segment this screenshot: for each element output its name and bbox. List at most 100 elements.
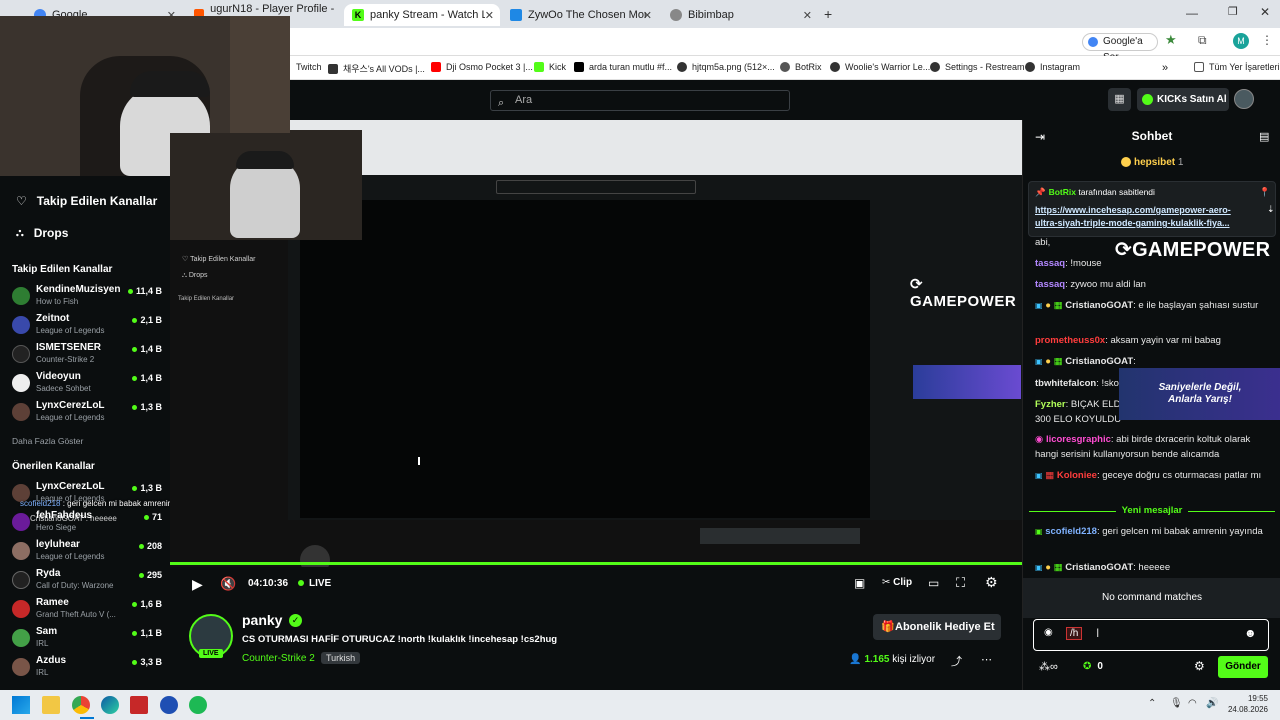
- browser-tab-bibimbap[interactable]: Bibimbap ✕: [662, 4, 818, 26]
- bookmark-twitch[interactable]: Twitch: [296, 62, 322, 72]
- user-avatar[interactable]: [1234, 89, 1254, 109]
- file-explorer-icon[interactable]: [42, 696, 60, 714]
- sidebar-following-link[interactable]: ♡ Takip Edilen Kanallar: [16, 194, 157, 208]
- spotify-icon[interactable]: [189, 696, 207, 714]
- bookmark-dji[interactable]: Dji Osmo Pocket 3 |...: [431, 62, 533, 72]
- sidebar-channel[interactable]: Azdus IRL 3,3 B: [12, 655, 162, 681]
- chat-users-icon[interactable]: ▤: [1259, 130, 1269, 143]
- chat-username[interactable]: tassaq: [1035, 258, 1065, 269]
- library-icon[interactable]: ▦: [1108, 88, 1131, 111]
- sidebar-channel[interactable]: KendineMuzisyen How to Fish 11,4 B: [12, 284, 162, 310]
- google-ask-button[interactable]: Google'a Sor: [1082, 33, 1158, 63]
- channel-name[interactable]: panky: [242, 612, 282, 628]
- sidebar-drops-link[interactable]: ⛬ Drops: [16, 226, 68, 240]
- new-tab-button[interactable]: +: [824, 6, 832, 22]
- menu-icon[interactable]: ⋮: [1261, 33, 1273, 47]
- browser-tab-zywoo[interactable]: ZywOo The Chosen Mouse Ger ✕: [502, 4, 658, 26]
- show-more-link[interactable]: Daha Fazla Göster: [12, 436, 83, 446]
- chrome-icon[interactable]: [72, 696, 90, 714]
- send-button[interactable]: Gönder: [1218, 656, 1268, 678]
- emoji-icon[interactable]: ☻: [1244, 626, 1257, 640]
- expand-icon[interactable]: ⇣: [1267, 204, 1275, 215]
- close-icon[interactable]: ✕: [643, 9, 652, 22]
- chat-username[interactable]: Koloniee: [1057, 470, 1097, 481]
- maximize-button[interactable]: ❐: [1228, 5, 1238, 18]
- bookmark-kick[interactable]: Kick: [534, 62, 566, 72]
- chat-settings-icon[interactable]: ⚙: [1194, 659, 1205, 673]
- windows-start-icon[interactable]: [12, 696, 30, 714]
- sidebar-channel[interactable]: Sam IRL 1,1 B: [12, 626, 162, 652]
- command-suggestions: No command matches: [1023, 578, 1280, 618]
- pinned-link[interactable]: https://www.incehesap.com/gamepower-aero…: [1035, 204, 1251, 230]
- bookmark-instagram[interactable]: Instagram: [1025, 62, 1080, 72]
- clip-button[interactable]: ✂ Clip: [882, 577, 912, 588]
- chat-username[interactable]: scofield218: [1045, 526, 1097, 537]
- app-icon[interactable]: [130, 696, 148, 714]
- fullscreen-icon[interactable]: ⛶: [956, 575, 965, 591]
- chat-input[interactable]: ◉ /h I ☻: [1033, 619, 1269, 651]
- miniplayer-icon[interactable]: ▭: [928, 576, 939, 590]
- close-icon[interactable]: ✕: [803, 9, 812, 22]
- sidebar-channel[interactable]: Ryda Call of Duty: Warzone 295: [12, 568, 162, 594]
- kicks-buy-button[interactable]: KICKs Satın Al: [1137, 88, 1229, 111]
- close-icon[interactable]: ✕: [485, 9, 494, 22]
- chat-username[interactable]: CristianoGOAT: [1065, 300, 1133, 311]
- chat-username[interactable]: CristianoGOAT: [1065, 562, 1133, 573]
- language-tag[interactable]: Turkish: [321, 652, 361, 664]
- sidebar-channel[interactable]: Zeitnot League of Legends 2,1 B: [12, 313, 162, 339]
- new-messages-label: Yeni mesajlar: [1023, 505, 1280, 516]
- ad-line-1: Saniyelerle Değil,: [1158, 382, 1242, 393]
- sidebar-channel[interactable]: ISMETSENER Counter-Strike 2 1,4 B: [12, 342, 162, 368]
- settings-gear-icon[interactable]: ⚙: [985, 574, 998, 591]
- unpin-icon[interactable]: 📍: [1259, 187, 1270, 198]
- sidebar-channel[interactable]: leyluhear League of Legends 208: [12, 539, 162, 565]
- chat-message: ▣ ● ▦ CristianoGOAT: e ile başlayan şahı…: [1035, 300, 1259, 311]
- sidebar-channel[interactable]: Videoyun Sadece Sohbet 1,4 B: [12, 371, 162, 397]
- mute-icon[interactable]: 🔇: [220, 576, 236, 592]
- share-icon[interactable]: ⤴: [951, 653, 962, 669]
- bookmark-woolie[interactable]: Woolie's Warrior Le...: [830, 62, 930, 72]
- edge-icon[interactable]: [101, 696, 119, 714]
- sidebar-channel[interactable]: LynxCerezLoL League of Legends 1,3 B: [12, 400, 162, 426]
- chat-username[interactable]: licoresgraphic: [1046, 434, 1111, 445]
- chat-username[interactable]: Fyzher: [1035, 399, 1066, 410]
- chat-username[interactable]: tbwhitefalcon: [1035, 378, 1096, 389]
- overlay-chat-text: heeeee: [90, 514, 117, 523]
- record-icon[interactable]: ◉: [1044, 627, 1053, 638]
- extensions-icon[interactable]: ⧉: [1198, 33, 1207, 48]
- bookmark-vods[interactable]: 채우스's All VODs |...: [328, 62, 425, 75]
- theater-mode-icon[interactable]: ▣: [854, 576, 865, 590]
- community-icon[interactable]: ⁂∞: [1039, 660, 1058, 673]
- browser-tab-kick[interactable]: K panky Stream - Watch Live on ✕: [344, 4, 500, 26]
- chat-username[interactable]: tassaq: [1035, 279, 1065, 290]
- bookmarks-overflow-icon[interactable]: »: [1162, 62, 1168, 74]
- star-icon[interactable]: ★: [1165, 32, 1177, 48]
- minimize-button[interactable]: —: [1186, 6, 1198, 20]
- sidebar-channel[interactable]: Ramee Grand Theft Auto V (... 1,6 B: [12, 597, 162, 623]
- overlay-chat-line: CristianoGOAT : heeeee: [30, 514, 117, 523]
- app-icon[interactable]: [160, 696, 178, 714]
- bookmark-restream[interactable]: Settings - Restream: [930, 62, 1025, 72]
- search-input[interactable]: ⌕ Ara: [490, 90, 790, 111]
- chat-username[interactable]: CristianoGOAT: [1065, 356, 1133, 367]
- globe-icon: [930, 62, 940, 72]
- tray-chevron-icon[interactable]: ⌃: [1148, 698, 1156, 709]
- channel-points[interactable]: ✪ 0: [1083, 661, 1103, 672]
- chat-username[interactable]: prometheuss0x: [1035, 335, 1105, 346]
- bookmark-arda[interactable]: arda turan mutlu #f...: [574, 62, 672, 72]
- profile-avatar[interactable]: M: [1233, 33, 1249, 49]
- more-options-icon[interactable]: ⋯: [981, 653, 992, 666]
- volume-icon[interactable]: 🔊: [1206, 698, 1218, 709]
- category-link[interactable]: Counter-Strike 2: [242, 653, 315, 664]
- window-close-button[interactable]: ✕: [1260, 5, 1270, 19]
- clock[interactable]: 19:55 24.08.2026: [1224, 693, 1268, 715]
- microphone-icon[interactable]: 🎙: [1170, 698, 1183, 709]
- wifi-icon[interactable]: ◠: [1188, 698, 1197, 709]
- playback-progress-bar[interactable]: [170, 562, 1022, 565]
- bookmark-botrix[interactable]: BotRix: [780, 62, 822, 72]
- gift-subscription-button[interactable]: 🎁 Abonelik Hediye Et: [873, 614, 1001, 640]
- channel-name: Ryda: [36, 568, 61, 579]
- play-button[interactable]: ▶: [192, 576, 203, 593]
- bookmark-png[interactable]: hjtqm5a.png (512×...: [677, 62, 775, 72]
- all-bookmarks[interactable]: Tüm Yer İşaretleri: [1194, 62, 1280, 72]
